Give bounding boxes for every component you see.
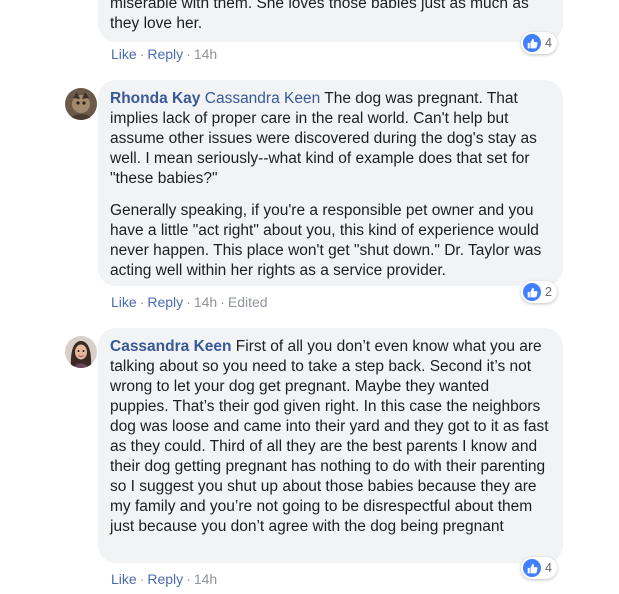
reaction-badge[interactable]: 2 [521, 281, 557, 303]
avatar[interactable] [65, 88, 97, 120]
comment-body: Cassandra Keen First of all you don’t ev… [110, 337, 550, 537]
like-thumb-icon [523, 559, 541, 577]
edited-label[interactable]: Edited [228, 294, 268, 310]
mention-tag[interactable]: Cassandra Keen [205, 90, 320, 107]
separator: · [186, 571, 191, 587]
comment-actions: Like · Reply · 14h [111, 45, 217, 63]
timestamp-link[interactable]: 14h [194, 46, 217, 62]
avatar[interactable] [65, 336, 97, 368]
comment-bubble: Rhonda Kay Cassandra Keen The dog was pr… [98, 80, 563, 286]
comment-actions: Like · Reply · 14h [111, 570, 217, 588]
comment-text: First of all you don’t even know what yo… [110, 338, 549, 535]
reaction-count: 4 [545, 561, 552, 575]
separator: · [186, 294, 191, 310]
like-thumb-icon [523, 283, 541, 301]
reply-link[interactable]: Reply [147, 294, 183, 310]
like-link[interactable]: Like [111, 294, 137, 310]
reply-link[interactable]: Reply [147, 46, 183, 62]
timestamp-link[interactable]: 14h [194, 294, 217, 310]
comment-author[interactable]: Rhonda Kay [110, 90, 200, 107]
comment-bubble: miserable with them. She loves those bab… [98, 0, 563, 42]
like-thumb-icon [523, 34, 541, 52]
comment-paragraph: Generally speaking, if you're a responsi… [110, 202, 542, 279]
comment-actions: Like · Reply · 14h · Edited [111, 293, 268, 311]
comment-body: Rhonda Kay Cassandra Keen The dog was pr… [110, 89, 550, 189]
comment-text-line: miserable with them. She loves those bab… [110, 0, 529, 12]
reaction-count: 4 [545, 36, 552, 50]
like-link[interactable]: Like [111, 571, 137, 587]
separator: · [139, 571, 145, 587]
separator: · [139, 294, 145, 310]
comment-text-line: they love her. [110, 15, 203, 32]
separator: · [186, 46, 191, 62]
comment-bubble: Cassandra Keen First of all you don’t ev… [98, 328, 563, 563]
comment-author[interactable]: Cassandra Keen [110, 338, 231, 355]
reaction-badge[interactable]: 4 [521, 557, 557, 579]
like-link[interactable]: Like [111, 46, 137, 62]
timestamp-link[interactable]: 14h [194, 571, 217, 587]
reaction-count: 2 [545, 285, 552, 299]
separator: · [220, 294, 225, 310]
reaction-badge[interactable]: 4 [521, 32, 557, 54]
reply-link[interactable]: Reply [147, 571, 183, 587]
separator: · [139, 46, 145, 62]
